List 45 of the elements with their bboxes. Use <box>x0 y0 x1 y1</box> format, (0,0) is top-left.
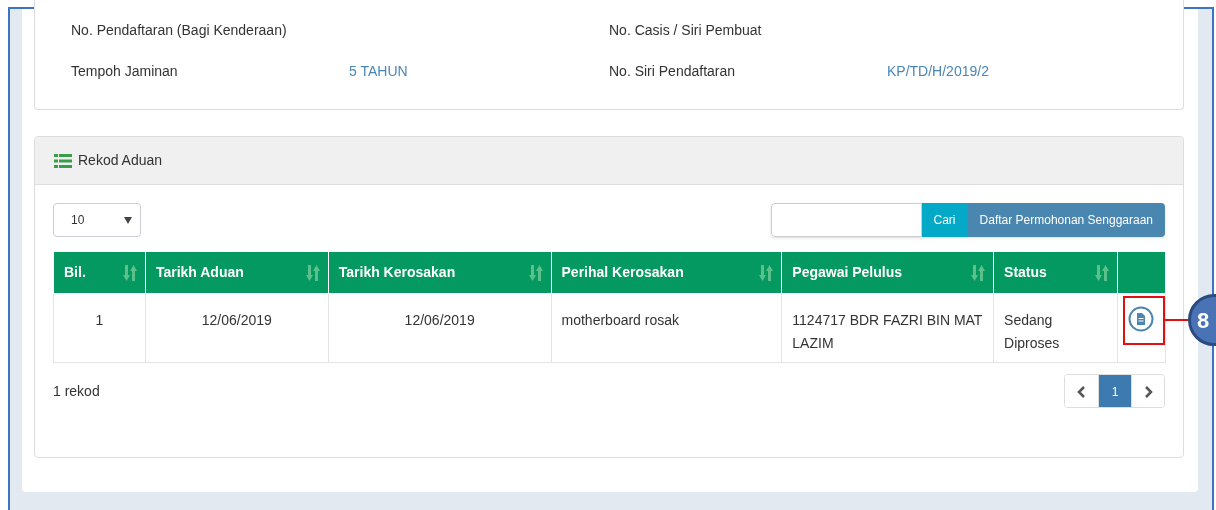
chevron-left-icon <box>1076 385 1087 399</box>
search-button[interactable]: Cari <box>921 203 968 237</box>
field-label: No. Pendaftaran (Bagi Kenderaan) <box>71 21 288 40</box>
sort-icon <box>759 265 774 281</box>
table-cell: 1124717 BDR FAZRI BIN MAT LAZIM <box>781 293 994 363</box>
column-header-cell[interactable]: Status <box>993 251 1118 294</box>
next-page-button[interactable] <box>1131 375 1164 407</box>
column-title: Perihal Kerosakan <box>561 264 684 280</box>
column-header-cell[interactable]: Tarikh Kerosakan <box>328 251 552 294</box>
record-count: 1 rekod <box>53 381 100 401</box>
field-label: No. Casis / Siri Pembuat <box>609 21 763 40</box>
sort-icon <box>1095 265 1109 281</box>
document-icon[interactable] <box>1128 306 1155 332</box>
panel-title: Rekod Aduan <box>78 151 163 170</box>
column-header-cell[interactable]: Tarikh Aduan <box>145 251 329 294</box>
search-field[interactable] <box>770 203 922 237</box>
column-title: Pegawai Pelulus <box>792 264 903 280</box>
table-cell: motherboard rosak <box>551 293 782 363</box>
column-title: Bil. <box>64 264 86 280</box>
table-cell: 1 <box>53 293 146 363</box>
field-value: 5 TAHUN <box>349 62 408 81</box>
page-size-select[interactable]: 10 <box>53 203 141 237</box>
page-button[interactable]: 1 <box>1098 375 1131 407</box>
table-cell: Sedang Diproses <box>993 293 1118 363</box>
caret-icon <box>124 216 132 224</box>
field-label: Tempoh Jaminan <box>71 62 179 81</box>
sort-icon <box>305 265 320 281</box>
sort-icon <box>971 265 986 281</box>
field-label: No. Siri Pendaftaran <box>609 62 737 81</box>
column-title: Status <box>1004 264 1047 280</box>
column-header-cell[interactable]: Perihal Kerosakan <box>551 251 782 294</box>
column-title: Tarikh Aduan <box>155 264 244 280</box>
chevron-right-icon <box>1142 385 1154 399</box>
sort-icon <box>122 265 137 281</box>
column-title: Tarikh Kerosakan <box>338 264 456 280</box>
column-header-cell[interactable] <box>1117 251 1166 294</box>
list-icon <box>54 153 72 168</box>
highlight-frame <box>1123 296 1165 345</box>
field-value: KP/TD/H/2019/2 <box>887 62 989 81</box>
sort-icon <box>528 265 543 281</box>
table-cell: 12/06/2019 <box>145 293 329 363</box>
column-header-cell[interactable]: Bil. <box>53 251 146 294</box>
register-button[interactable]: Daftar Permohonan Senggaraan <box>967 203 1165 237</box>
column-header-cell[interactable]: Pegawai Pelulus <box>781 251 994 294</box>
table-cell: 12/06/2019 <box>328 293 552 363</box>
